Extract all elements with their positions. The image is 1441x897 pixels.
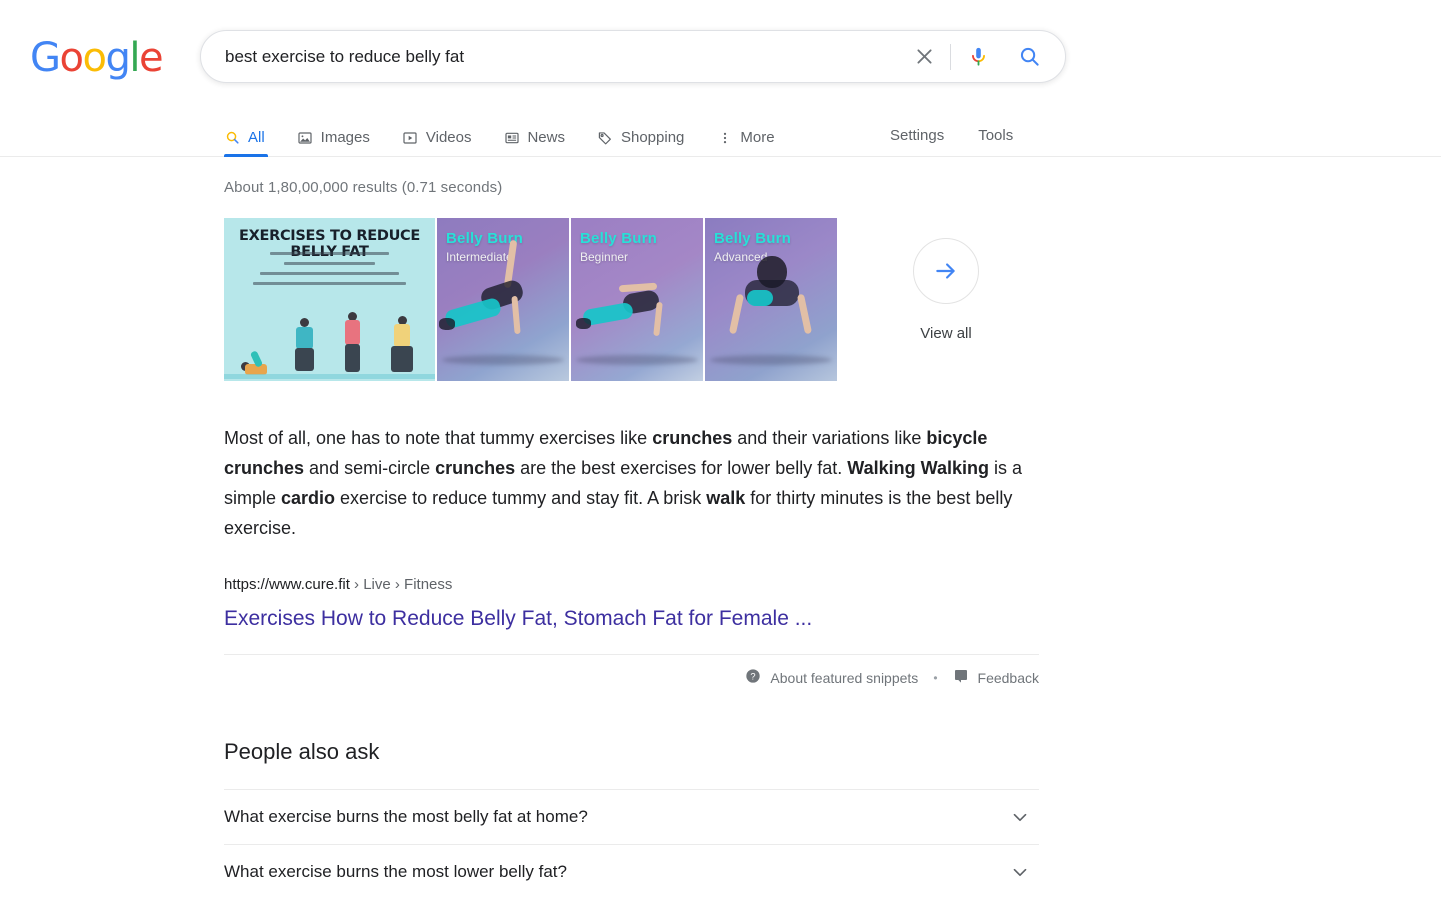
thumbnail-list: EXERCISES TO REDUCE BELLY FAT — [224, 218, 839, 381]
featured-snippet-text: Most of all, one has to note that tummy … — [224, 423, 1039, 543]
tab-news[interactable]: News — [503, 118, 579, 157]
result-url: https://www.cure.fit › Live › Fitness — [224, 576, 1441, 593]
footer-separator: • — [933, 670, 938, 685]
close-icon[interactable] — [902, 35, 946, 79]
photo-shadow — [442, 355, 564, 365]
paa-question[interactable]: What exercise burns the most lower belly… — [224, 844, 1039, 897]
snippet-text-run: exercise to reduce tummy and stay fit. A… — [335, 488, 707, 508]
logo-letter: o — [82, 35, 106, 81]
result-stats: About 1,80,00,000 results (0.71 seconds) — [224, 179, 503, 196]
photo-hip — [747, 290, 773, 306]
logo-letter: g — [105, 35, 130, 81]
arrow-right-icon — [913, 238, 979, 304]
settings-link[interactable]: Settings — [890, 127, 944, 144]
tab-label: Videos — [425, 129, 472, 146]
logo-letter: e — [138, 35, 164, 81]
paa-question[interactable]: What exercise burns the most belly fat a… — [224, 789, 1039, 844]
view-all-button[interactable]: View all — [913, 238, 979, 342]
thumbnail-belly-burn-advanced[interactable]: Belly Burn Advanced — [705, 218, 837, 381]
tab-videos[interactable]: Videos — [402, 118, 486, 157]
snippet-text-run: Most of all, one has to note that tummy … — [224, 428, 653, 448]
thumbnail-belly-burn-beginner[interactable]: Belly Burn Beginner — [571, 218, 703, 381]
about-featured-snippets-link[interactable]: ? About featured snippets — [745, 668, 918, 687]
tools-link[interactable]: Tools — [978, 127, 1013, 144]
svg-text:?: ? — [751, 671, 756, 681]
snippet-text-run: and semi-circle — [304, 458, 436, 478]
figure-crunch — [239, 303, 273, 377]
photo-support-arm — [511, 295, 521, 335]
figure-lunge — [386, 303, 420, 377]
photo-arm-right — [796, 293, 813, 335]
search-bar-divider — [950, 43, 951, 70]
paa-question-label: What exercise burns the most belly fat a… — [224, 807, 588, 826]
thumbnail-subtitle: Intermediate — [446, 250, 513, 264]
snippet-bold-term: crunches — [435, 458, 516, 478]
feedback-link[interactable]: Feedback — [953, 668, 1039, 687]
snippet-bold-term: walk — [706, 488, 746, 508]
people-also-ask-list: What exercise burns the most belly fat a… — [224, 789, 1039, 897]
result-domain: https://www.cure.fit — [224, 576, 350, 593]
microphone-icon[interactable] — [955, 35, 1001, 79]
photo-shadow — [576, 355, 698, 365]
thumbnail-title: Belly Burn — [714, 230, 792, 247]
thumbnail-belly-burn-intermediate[interactable]: Belly Burn Intermediate — [437, 218, 569, 381]
snippet-bold-term: Walking Walking — [847, 458, 989, 478]
help-circle-icon: ? — [745, 668, 761, 687]
search-header: Google best exercise to reduce belly fat… — [0, 0, 1441, 157]
snippet-bold-term: crunches — [652, 428, 733, 448]
tab-images[interactable]: Images — [297, 118, 384, 157]
tab-label: More — [740, 129, 775, 146]
search-icon[interactable] — [1001, 35, 1057, 79]
thumbnail-subtitle: Beginner — [580, 250, 629, 264]
figure-squat — [288, 303, 322, 377]
snippet-text-run: are the best exercises for lower belly f… — [515, 458, 848, 478]
chevron-down-icon[interactable] — [1009, 861, 1031, 883]
tab-shopping[interactable]: Shopping — [597, 118, 698, 157]
search-tabs: All Images Videos News Shopping More — [224, 118, 807, 157]
image-results-strip: EXERCISES TO REDUCE BELLY FAT — [224, 218, 1441, 381]
tag-icon — [597, 129, 614, 146]
search-tools-links: Settings Tools — [890, 118, 1013, 153]
snippet-bold-term: cardio — [281, 488, 336, 508]
featured-snippet-footer: ? About featured snippets • Feedback — [224, 654, 1039, 687]
result-title-link[interactable]: Exercises How to Reduce Belly Fat, Stoma… — [224, 606, 1441, 632]
photo-foot — [439, 318, 455, 330]
search-input[interactable] — [201, 31, 902, 82]
result-breadcrumbs: › Live › Fitness — [349, 576, 453, 593]
thumbnail-infographic[interactable]: EXERCISES TO REDUCE BELLY FAT — [224, 218, 435, 381]
infographic-lines — [234, 252, 425, 292]
people-also-ask-heading: People also ask — [224, 739, 380, 764]
search-bar[interactable] — [200, 30, 1066, 83]
chevron-down-icon[interactable] — [1009, 806, 1031, 828]
more-vert-icon — [716, 129, 733, 146]
logo-letter: G — [30, 35, 61, 81]
figure-walk — [337, 303, 371, 377]
photo-arm-left — [728, 293, 745, 335]
tab-label: All — [248, 129, 265, 146]
about-featured-snippets-label: About featured snippets — [770, 669, 919, 686]
photo-shadow — [710, 355, 832, 365]
image-icon — [297, 129, 314, 146]
infographic-ground — [224, 374, 435, 379]
video-icon — [402, 129, 419, 146]
feedback-label: Feedback — [977, 669, 1039, 686]
google-logo[interactable]: Google — [30, 35, 164, 81]
tab-label: Shopping — [620, 129, 685, 146]
tab-more[interactable]: More — [716, 118, 788, 157]
photo-foot — [576, 318, 591, 329]
view-all-label: View all — [920, 325, 972, 342]
paa-question-label: What exercise burns the most lower belly… — [224, 862, 567, 881]
snippet-text-run: and their variations like — [732, 428, 927, 448]
thumbnail-title: Belly Burn — [580, 230, 658, 247]
logo-letter: l — [129, 35, 140, 81]
search-results: About 1,80,00,000 results (0.71 seconds)… — [0, 157, 1441, 897]
tab-all[interactable]: All — [224, 118, 279, 157]
logo-letter: o — [59, 35, 84, 81]
tab-label: News — [527, 129, 565, 146]
infographic-figures — [224, 303, 435, 377]
search-icon — [224, 129, 241, 146]
flag-icon — [953, 668, 969, 687]
tab-label: Images — [320, 129, 370, 146]
news-icon — [503, 129, 520, 146]
